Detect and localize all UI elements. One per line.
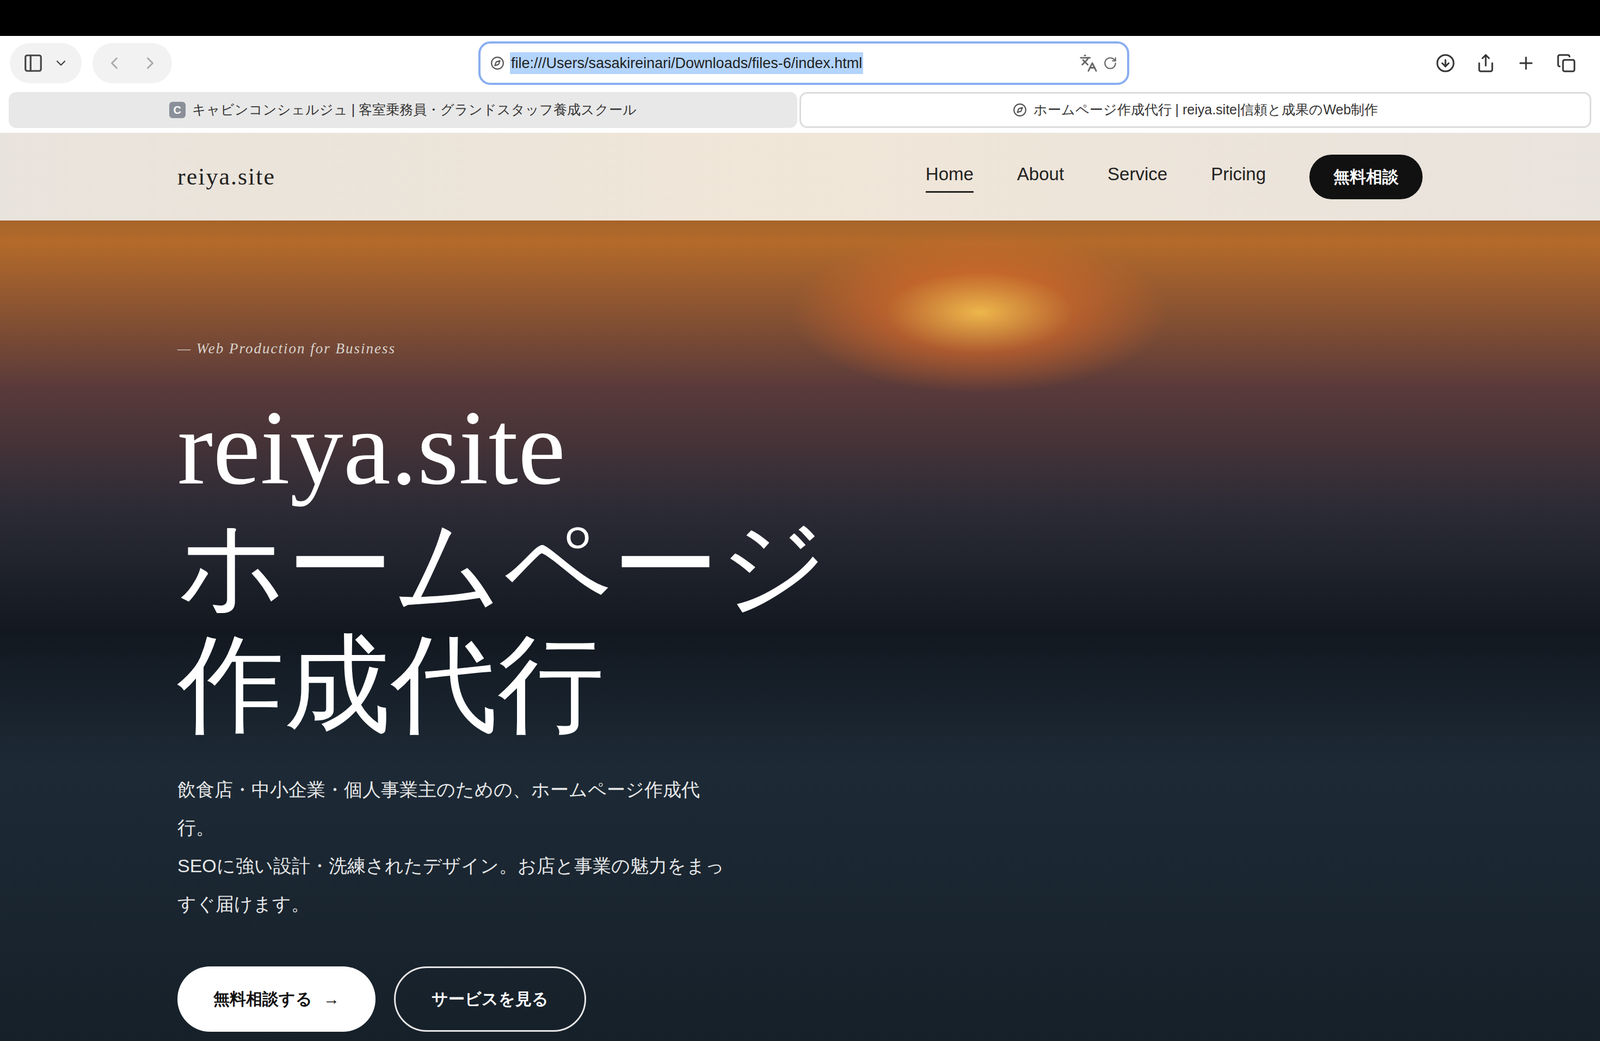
translate-icon[interactable]: [1079, 53, 1098, 73]
new-tab-icon[interactable]: [1516, 53, 1536, 73]
toolbar-actions: [1435, 53, 1591, 73]
nav-link[interactable]: Home: [925, 160, 974, 193]
sun-glow: [789, 230, 1171, 395]
share-icon[interactable]: [1475, 53, 1496, 73]
download-icon[interactable]: [1435, 53, 1456, 73]
tab-bar: C キャビンコンシェルジュ | 客室乗務員・グランドスタッフ養成スクール ホームペー…: [0, 90, 1600, 133]
history-buttons: [92, 42, 172, 84]
nav-link[interactable]: Pricing: [1210, 160, 1266, 193]
compass-icon: [1012, 102, 1027, 118]
site-nav: Home About Service Pricing: [925, 160, 1266, 193]
tab-title: ホームページ作成代行 | reiya.site|信頼と成果のWeb制作: [1033, 99, 1379, 121]
hero-title: reiya.siteホームページ作成代行: [177, 388, 1600, 744]
forward-icon[interactable]: [140, 53, 160, 73]
sidebar-button[interactable]: [9, 42, 82, 84]
primary-button[interactable]: 無料相談する→: [177, 965, 376, 1032]
screen: file:///Users/sasakireinari/Downloads/fi…: [0, 0, 1600, 1041]
menu-bar: [0, 0, 1600, 36]
hero-tagline: — Web Production for Business: [177, 337, 1600, 360]
tab-title: キャビンコンシェルジュ | 客室乗務員・グランドスタッフ養成スクール: [192, 99, 637, 121]
hero-description: 飲食店・中小企業・個人事業主のための、ホームページ作成代行。SEOに強い設計・洗…: [177, 770, 733, 923]
nav-link[interactable]: About: [1017, 160, 1064, 193]
url-text[interactable]: file:///Users/sasakireinari/Downloads/fi…: [509, 52, 864, 75]
chevron-down-icon: [53, 55, 69, 71]
browser-tab[interactable]: ホームページ作成代行 | reiya.site|信頼と成果のWeb制作: [799, 91, 1592, 128]
sidebar-icon: [22, 52, 44, 74]
hero: — Web Production for Business reiya.siteホ…: [0, 220, 1600, 1041]
back-icon[interactable]: [104, 53, 125, 73]
browser-toolbar: file:///Users/sasakireinari/Downloads/fi…: [0, 35, 1600, 91]
arrow-icon: →: [323, 986, 340, 1011]
compass-icon: [490, 56, 505, 71]
address-field[interactable]: file:///Users/sasakireinari/Downloads/fi…: [478, 41, 1130, 85]
secondary-button[interactable]: サービスを見る: [394, 965, 587, 1032]
tabs-overview-icon[interactable]: [1556, 53, 1577, 73]
site-header: reiya.site Home About Service Pricing 無料相談: [0, 132, 1600, 221]
reload-icon[interactable]: [1103, 56, 1118, 71]
site-logo[interactable]: reiya.site: [177, 158, 276, 195]
browser-tab[interactable]: C キャビンコンシェルジュ | 客室乗務員・グランドスタッフ養成スクール: [8, 91, 798, 128]
nav-link[interactable]: Service: [1107, 160, 1168, 193]
page: reiya.site Home About Service Pricing 無料相談 — W…: [0, 132, 1600, 1041]
hero-buttons: 無料相談する→ サービスを見る: [177, 965, 1600, 1032]
consult-button[interactable]: 無料相談: [1309, 154, 1423, 200]
favicon: C: [169, 101, 186, 119]
